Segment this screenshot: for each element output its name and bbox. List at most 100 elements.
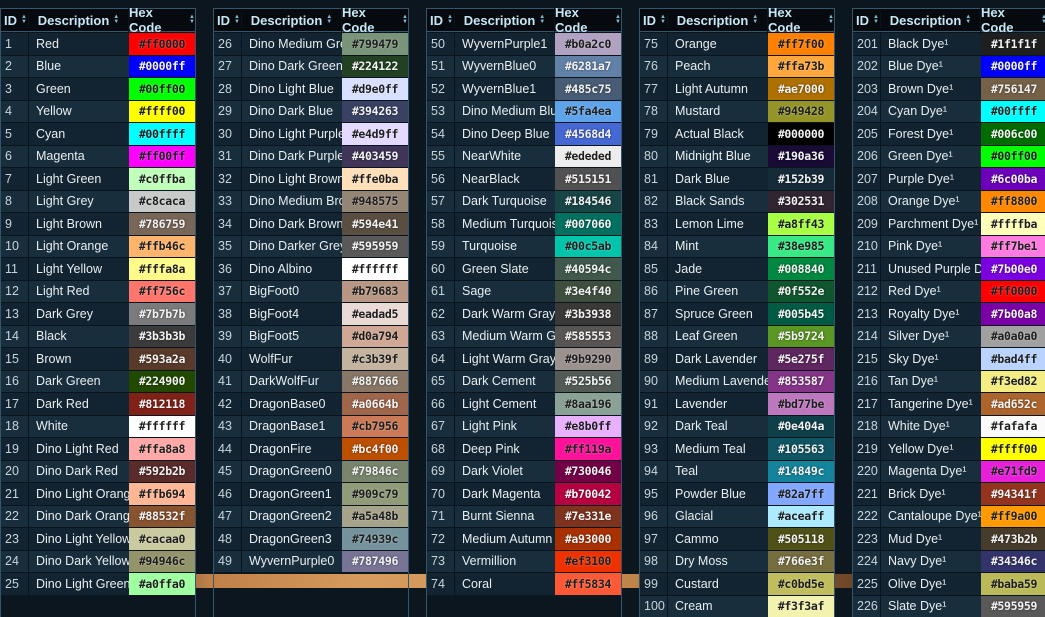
column-header-description[interactable]: Description▲▼ <box>454 13 554 28</box>
hex-code-swatch: #909c79 <box>342 483 408 505</box>
table-header-row: ID▲▼Description▲▼Hex Code▲▼ <box>640 9 834 32</box>
color-description-cell: Tan Dye¹ <box>880 371 981 393</box>
hex-code-swatch: #007060 <box>555 213 621 235</box>
table-row: 206Green Dye¹#00ff00 <box>853 145 1045 168</box>
column-header-description[interactable]: Description▲▼ <box>880 13 980 28</box>
color-id-cell: 48 <box>214 528 241 550</box>
hex-code-swatch: #94341f <box>981 483 1045 505</box>
table-row: 30Dino Light Purple#e4d9ff <box>214 122 408 145</box>
hex-code-swatch: #ff7be1 <box>981 236 1045 258</box>
sort-down-arrow: ▼ <box>402 20 408 25</box>
hex-code-swatch: #594e41 <box>342 213 408 235</box>
color-id-cell: 52 <box>427 78 454 100</box>
color-id-cell: 223 <box>853 528 880 550</box>
sort-down-arrow: ▼ <box>873 20 879 25</box>
column-header-id[interactable]: ID▲▼ <box>640 13 667 28</box>
hex-code-swatch: #473b2b <box>981 528 1045 550</box>
hex-code-swatch: #152b39 <box>768 168 834 190</box>
column-header-hex-code[interactable]: Hex Code▲▼ <box>767 5 834 35</box>
color-description-cell: Dark Lavender <box>667 348 768 370</box>
color-id-cell: 36 <box>214 258 241 280</box>
hex-code-swatch: #595959 <box>342 236 408 258</box>
hex-code-swatch: #d9e0ff <box>342 78 408 100</box>
table-row: 16Dark Green#224900 <box>1 370 195 393</box>
column-header-hex-code[interactable]: Hex Code▲▼ <box>341 5 408 35</box>
table-row: 226Slate Dye¹#595959 <box>853 595 1045 617</box>
hex-code-swatch: #cacaa0 <box>129 528 195 550</box>
hex-code-swatch: #853587 <box>768 371 834 393</box>
color-description-cell: Yellow Dye¹ <box>880 438 981 460</box>
table-row: 201Black Dye¹#1f1f1f <box>853 32 1045 55</box>
table-row: 12Light Red#ff756c <box>1 280 195 303</box>
color-id-cell: 39 <box>214 326 241 348</box>
hex-code-swatch: #595959 <box>981 596 1045 617</box>
column-header-hex-code[interactable]: Hex Code▲▼ <box>554 5 621 35</box>
table-row: 91Lavender#bd77be <box>640 392 834 415</box>
color-id-cell: 2 <box>1 56 28 78</box>
hex-code-swatch: #006c00 <box>981 123 1045 145</box>
color-id-cell: 95 <box>640 483 667 505</box>
color-description-cell: WyvernPurple0 <box>241 551 342 573</box>
sort-down-arrow: ▼ <box>189 20 195 25</box>
hex-code-swatch: #394263 <box>342 101 408 123</box>
color-id-cell: 100 <box>640 596 667 617</box>
color-id-cell: 68 <box>427 438 454 460</box>
color-id-cell: 73 <box>427 551 454 573</box>
table-row: 64Light Warm Gray#9b9290 <box>427 347 621 370</box>
table-row: 20Dino Dark Red#592b2b <box>1 460 195 483</box>
hex-code-swatch: #4568d4 <box>555 123 621 145</box>
color-id-cell: 208 <box>853 191 880 213</box>
color-id-cell: 53 <box>427 101 454 123</box>
color-id-cell: 19 <box>1 438 28 460</box>
column-header-id[interactable]: ID▲▼ <box>853 13 880 28</box>
table-row: 51WyvernBlue0#6281a7 <box>427 55 621 78</box>
hex-code-swatch: #ffffff <box>342 258 408 280</box>
color-description-cell: Pink Dye¹ <box>880 236 981 258</box>
color-description-cell: Royalty Dye¹ <box>880 303 981 325</box>
color-id-cell: 221 <box>853 483 880 505</box>
color-description-cell: Light Red <box>28 281 129 303</box>
column-header-id[interactable]: ID▲▼ <box>214 13 241 28</box>
table-header-row: ID▲▼Description▲▼Hex Code▲▼ <box>853 9 1045 32</box>
color-description-cell: Green <box>28 78 129 100</box>
table-row: 3Green#00ff00 <box>1 77 195 100</box>
color-description-cell: Silver Dye¹ <box>880 326 981 348</box>
color-table-4: ID▲▼Description▲▼Hex Code▲▼75Orange#ff7f… <box>639 8 835 617</box>
table-row: 77Light Autumn#ae7000 <box>640 77 834 100</box>
color-id-cell: 92 <box>640 416 667 438</box>
table-row: 17Dark Red#812118 <box>1 392 195 415</box>
column-header-description[interactable]: Description▲▼ <box>28 13 128 28</box>
hex-code-swatch: #ffa8a8 <box>129 438 195 460</box>
color-id-cell: 8 <box>1 191 28 213</box>
table-header-row: ID▲▼Description▲▼Hex Code▲▼ <box>427 9 621 32</box>
color-description-cell: Lavender <box>667 393 768 415</box>
color-description-cell: Brown Dye¹ <box>880 78 981 100</box>
color-id-cell: 84 <box>640 236 667 258</box>
column-header-hex-code[interactable]: Hex Code▲▼ <box>128 5 195 35</box>
color-id-cell: 33 <box>214 191 241 213</box>
column-header-hex-code[interactable]: Hex Code▲▼ <box>980 5 1045 35</box>
table-row: 75Orange#ff7f00 <box>640 32 834 55</box>
color-id-cell: 67 <box>427 416 454 438</box>
column-header-id[interactable]: ID▲▼ <box>427 13 454 28</box>
table-row: 73Vermillion#ef3100 <box>427 550 621 573</box>
color-id-cell: 72 <box>427 528 454 550</box>
column-header-description[interactable]: Description▲▼ <box>667 13 767 28</box>
hex-code-swatch: #ff0000 <box>129 33 195 55</box>
table-row: 219Yellow Dye¹#ffff00 <box>853 437 1045 460</box>
color-description-cell: Magenta <box>28 146 129 168</box>
table-row: 22Dino Dark Orange#88532f <box>1 505 195 528</box>
column-header-id[interactable]: ID▲▼ <box>1 13 28 28</box>
hex-code-swatch: #184546 <box>555 191 621 213</box>
color-id-cell: 41 <box>214 371 241 393</box>
color-description-cell: Cyan <box>28 123 129 145</box>
table-row: 218White Dye¹#fafafa <box>853 415 1045 438</box>
table-row: 74Coral#ff5834 <box>427 572 621 595</box>
hex-code-swatch: #94946c <box>129 551 195 573</box>
table-row: 15Brown#593a2a <box>1 347 195 370</box>
column-header-description[interactable]: Description▲▼ <box>241 13 341 28</box>
hex-code-swatch: #a8ff43 <box>768 213 834 235</box>
color-id-cell: 10 <box>1 236 28 258</box>
hex-code-swatch: #1f1f1f <box>981 33 1045 55</box>
hex-code-swatch: #6281a7 <box>555 56 621 78</box>
